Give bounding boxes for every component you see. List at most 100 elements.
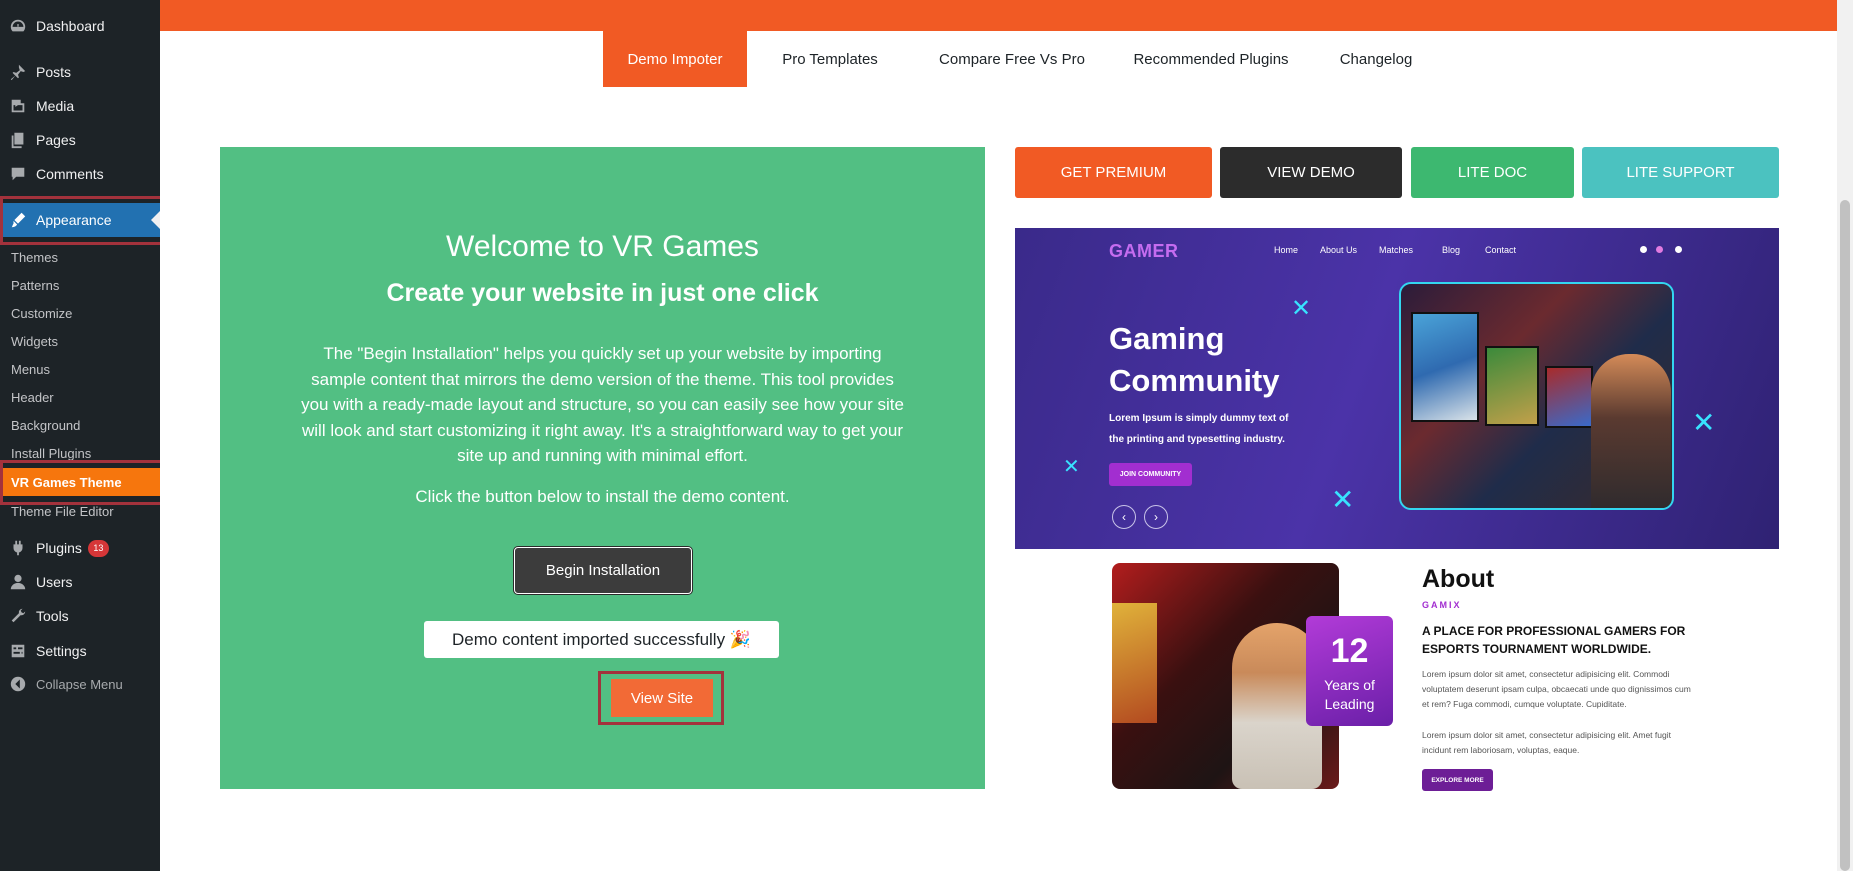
preview-monitor xyxy=(1545,366,1593,428)
menu-label: Plugins xyxy=(36,540,82,556)
plugin-icon xyxy=(0,539,36,557)
plugins-update-badge: 13 xyxy=(87,539,109,557)
header-bar xyxy=(160,0,1837,31)
submenu-menus[interactable]: Menus xyxy=(0,355,160,383)
admin-sidebar: Dashboard Posts Media Pages Comments App… xyxy=(0,0,170,871)
tab-demo-importer[interactable]: Demo Impoter xyxy=(603,31,747,87)
get-premium-button[interactable]: GET PREMIUM xyxy=(1015,147,1212,198)
preview-headline-line-2: Community xyxy=(1109,363,1280,398)
decor-x-icon: ✕ xyxy=(1063,456,1080,478)
menu-tools[interactable]: Tools xyxy=(0,599,160,633)
view-demo-button[interactable]: VIEW DEMO xyxy=(1220,147,1402,198)
menu-label: Comments xyxy=(36,166,104,182)
preview-join-button: JOIN COMMUNITY xyxy=(1109,463,1192,486)
submenu-widgets[interactable]: Widgets xyxy=(0,327,160,355)
preview-cart-icon xyxy=(1656,246,1663,253)
years-badge: 12 Years of Leading xyxy=(1306,616,1393,726)
preview-description: Lorem Ipsum is simply dummy text of the … xyxy=(1109,413,1289,445)
submenu-vr-games-theme[interactable]: VR Games Theme xyxy=(0,468,160,496)
about-gamer-photo xyxy=(1112,563,1339,789)
submenu-install-plugins[interactable]: Install Plugins xyxy=(0,439,160,467)
decor-x-icon: ✕ xyxy=(1331,484,1355,515)
preview-gaming-photo xyxy=(1399,282,1674,510)
menu-label: Tools xyxy=(36,608,69,624)
welcome-instruction: Click the button below to install the de… xyxy=(415,487,790,506)
preview-nav-item: Home xyxy=(1274,245,1299,255)
menu-appearance[interactable]: Appearance xyxy=(0,203,160,237)
about-heading: A PLACE FOR PROFESSIONAL GAMERS FOR ESPO… xyxy=(1422,624,1686,656)
about-paragraph: Lorem ipsum dolor sit amet, consectetur … xyxy=(1422,730,1671,755)
menu-plugins[interactable]: Plugins 13 xyxy=(0,531,160,565)
preview-logo: GAMER xyxy=(1109,241,1179,261)
preview-search-icon xyxy=(1640,246,1647,253)
menu-label: Collapse Menu xyxy=(36,676,123,692)
menu-pages[interactable]: Pages xyxy=(0,123,160,157)
submenu-themes[interactable]: Themes xyxy=(0,243,160,271)
menu-label: Settings xyxy=(36,643,87,659)
preview-headline: Gaming Community xyxy=(1109,318,1280,402)
about-title: About xyxy=(1422,565,1495,593)
preview-user-icon xyxy=(1675,246,1682,253)
comments-icon xyxy=(0,165,36,183)
preview-nav-item: About Us xyxy=(1320,245,1358,255)
settings-icon xyxy=(0,642,36,660)
menu-users[interactable]: Users xyxy=(0,565,160,599)
preview-nav-item: Contact xyxy=(1485,245,1517,255)
preview-next-arrow-icon: › xyxy=(1144,505,1168,529)
preview-nav-item: Matches xyxy=(1379,245,1414,255)
preview-nav-item: Blog xyxy=(1442,245,1461,255)
preview-headline-line-1: Gaming xyxy=(1109,321,1225,356)
lite-doc-button[interactable]: LITE DOC xyxy=(1411,147,1574,198)
collapse-icon xyxy=(0,675,36,693)
scrollbar-thumb[interactable] xyxy=(1840,200,1850,871)
menu-dashboard[interactable]: Dashboard xyxy=(0,9,160,43)
preview-monitor xyxy=(1485,346,1539,426)
submenu-customize[interactable]: Customize xyxy=(0,299,160,327)
menu-settings[interactable]: Settings xyxy=(0,634,160,668)
menu-label: Appearance xyxy=(36,212,112,228)
welcome-title: Welcome to VR Games xyxy=(446,230,759,263)
about-paragraph: Lorem ipsum dolor sit amet, consectetur … xyxy=(1422,669,1691,709)
wrench-icon xyxy=(0,607,36,625)
preview-gamer-figure xyxy=(1591,354,1671,508)
welcome-description: The "Begin Installation" helps you quick… xyxy=(301,344,904,465)
pin-icon xyxy=(0,63,36,81)
page-scrollbar[interactable] xyxy=(1837,0,1853,871)
success-message: Demo content imported successfully 🎉 xyxy=(424,621,779,658)
tab-compare-free-vs-pro[interactable]: Compare Free Vs Pro xyxy=(913,31,1111,87)
paintbrush-icon xyxy=(0,211,36,229)
tab-recommended-plugins[interactable]: Recommended Plugins xyxy=(1111,31,1311,87)
dashboard-icon xyxy=(0,17,36,35)
preview-prev-arrow-icon: ‹ xyxy=(1112,505,1136,529)
menu-label: Users xyxy=(36,574,73,590)
theme-page-content: Demo Impoter Pro Templates Compare Free … xyxy=(160,0,1837,871)
about-monitor xyxy=(1112,603,1157,723)
submenu-header[interactable]: Header xyxy=(0,383,160,411)
menu-media[interactable]: Media xyxy=(0,89,160,123)
submenu-theme-file-editor[interactable]: Theme File Editor xyxy=(0,497,160,525)
menu-posts[interactable]: Posts xyxy=(0,55,160,89)
submenu-background[interactable]: Background xyxy=(0,411,160,439)
submenu-patterns[interactable]: Patterns xyxy=(0,271,160,299)
theme-preview-banner: GAMER Home About Us Matches Blog Contact… xyxy=(1015,228,1779,549)
decor-x-icon: ✕ xyxy=(1692,407,1716,438)
years-number: 12 xyxy=(1330,632,1369,670)
about-explore-button: EXPLORE MORE xyxy=(1422,769,1493,791)
menu-collapse[interactable]: Collapse Menu xyxy=(0,667,160,701)
tab-changelog[interactable]: Changelog xyxy=(1311,31,1441,87)
menu-comments[interactable]: Comments xyxy=(0,157,160,191)
users-icon xyxy=(0,573,36,591)
about-kicker: GAMIX xyxy=(1422,600,1462,610)
lite-support-button[interactable]: LITE SUPPORT xyxy=(1582,147,1779,198)
view-site-button[interactable]: View Site xyxy=(611,679,713,717)
preview-monitor xyxy=(1411,312,1479,422)
media-icon xyxy=(0,97,36,115)
welcome-subtitle: Create your website in just one click xyxy=(386,279,819,307)
tab-pro-templates[interactable]: Pro Templates xyxy=(747,31,913,87)
menu-label: Dashboard xyxy=(36,18,105,34)
welcome-panel: Welcome to VR Games Create your website … xyxy=(220,147,985,789)
menu-label: Media xyxy=(36,98,75,114)
menu-label: Posts xyxy=(36,64,72,80)
begin-installation-button[interactable]: Begin Installation xyxy=(514,547,692,594)
decor-x-icon: ✕ xyxy=(1291,295,1312,322)
